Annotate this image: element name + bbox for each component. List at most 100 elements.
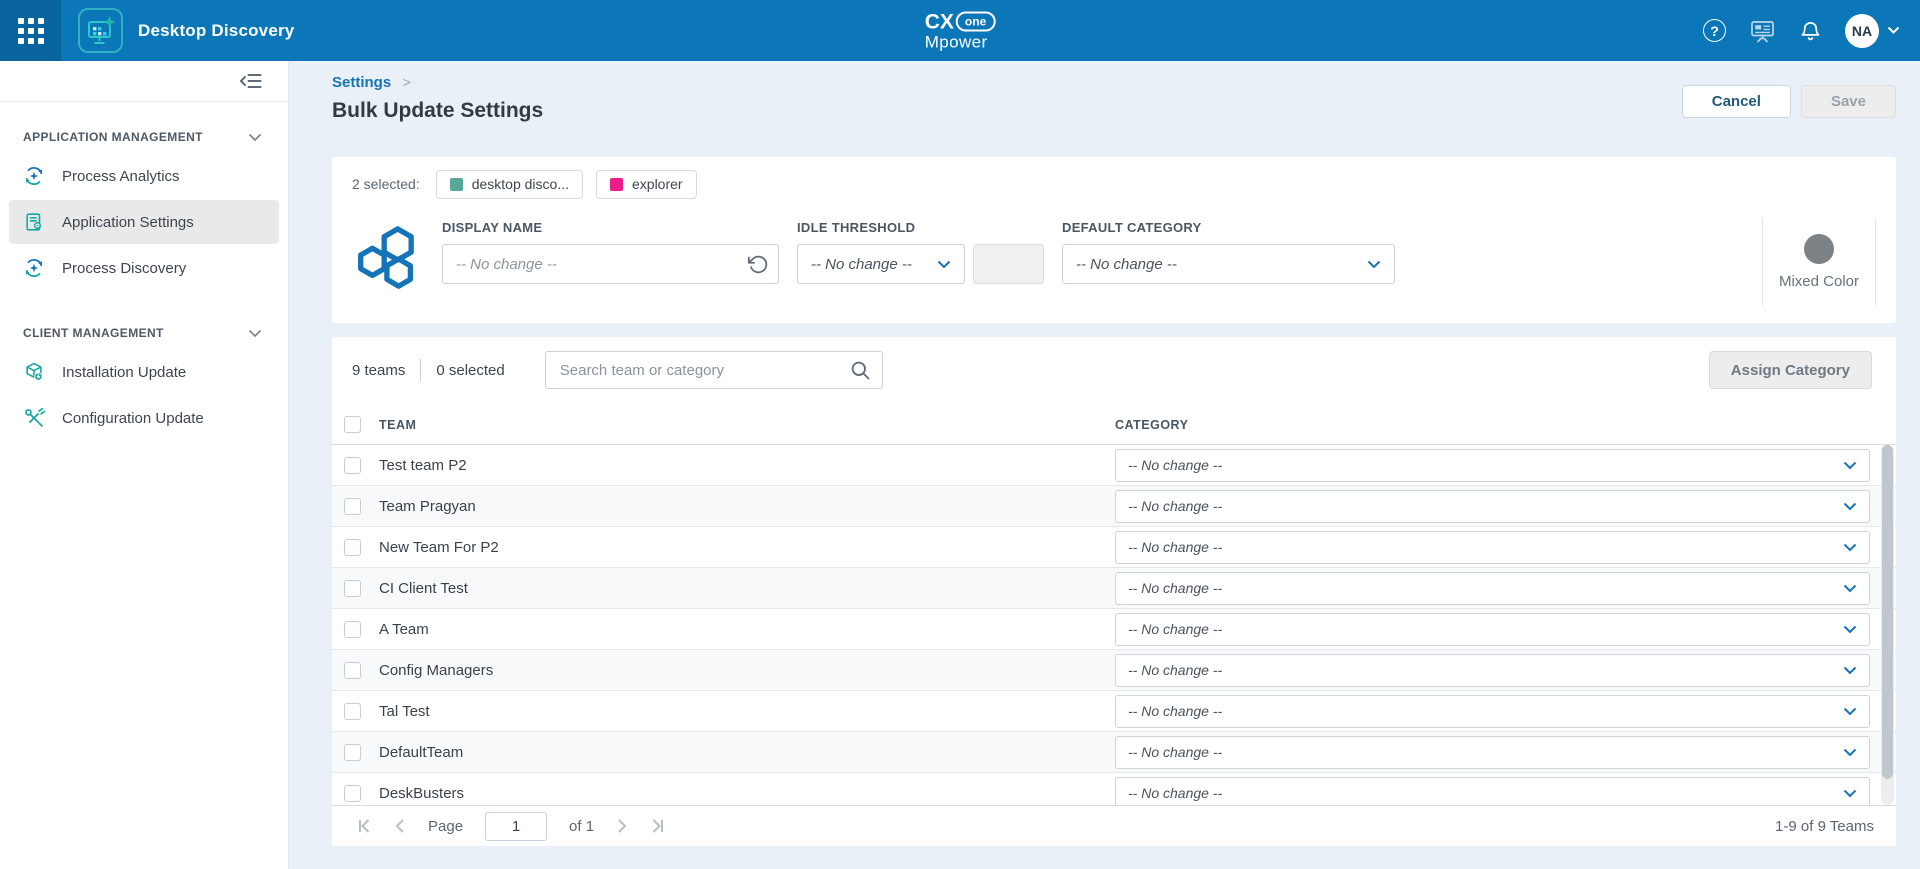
whats-new-button[interactable] — [1749, 18, 1776, 43]
last-page-icon — [648, 818, 665, 834]
cxone-mpower-logo: CXone Mpower — [925, 11, 996, 50]
table-row: DeskBusters -- No change -- — [332, 773, 1896, 805]
chevron-down-icon — [1843, 707, 1857, 716]
sidebar-item-label: Process Discovery — [62, 260, 186, 277]
sidebar-item-installation-update[interactable]: Installation Update — [9, 350, 279, 394]
category-dropdown[interactable]: -- No change -- — [1115, 449, 1870, 482]
category-dropdown[interactable]: -- No change -- — [1115, 736, 1870, 769]
team-name: Tal Test — [379, 703, 430, 720]
logo-mpower: Mpower — [925, 33, 996, 50]
row-checkbox[interactable] — [344, 621, 361, 638]
sidebar-item-process-analytics[interactable]: Process Analytics — [9, 154, 279, 198]
category-dropdown[interactable]: -- No change -- — [1115, 531, 1870, 564]
category-dropdown[interactable]: -- No change -- — [1115, 490, 1870, 523]
logo-cx: CX — [925, 11, 954, 32]
process-discovery-icon — [23, 257, 45, 279]
team-name: DeskBusters — [379, 785, 464, 802]
app-color-swatch — [450, 178, 463, 191]
chevron-down-icon — [937, 260, 951, 269]
display-name-input[interactable] — [442, 244, 779, 284]
team-name: CI Client Test — [379, 580, 468, 597]
help-button[interactable]: ? — [1703, 19, 1726, 42]
results-range-label: 1-9 of 9 Teams — [1775, 818, 1874, 835]
sidebar-item-process-discovery[interactable]: Process Discovery — [9, 246, 279, 290]
idle-threshold-dropdown[interactable]: -- No change -- — [797, 244, 965, 284]
pagination-bar: Page of 1 1-9 of 9 Teams — [332, 805, 1896, 846]
breadcrumb-separator: > — [403, 74, 411, 90]
desktop-discovery-app-icon — [78, 8, 123, 53]
team-name: Test team P2 — [379, 457, 467, 474]
collapse-sidebar-button[interactable] — [239, 72, 262, 90]
selected-app-chip[interactable]: desktop disco... — [436, 170, 583, 199]
selected-count-label: 2 selected: — [352, 176, 420, 192]
bell-icon — [1799, 18, 1822, 43]
row-checkbox[interactable] — [344, 662, 361, 679]
category-dropdown[interactable]: -- No change -- — [1115, 654, 1870, 687]
save-button[interactable]: Save — [1801, 85, 1896, 118]
sidebar-section-client-management[interactable]: CLIENT MANAGEMENT — [0, 326, 288, 340]
next-page-button[interactable] — [613, 818, 630, 834]
idle-threshold-value-input — [973, 244, 1044, 284]
assign-category-button[interactable]: Assign Category — [1709, 351, 1872, 389]
table-row: New Team For P2 -- No change -- — [332, 527, 1896, 568]
first-page-icon — [357, 818, 374, 834]
sidebar-item-configuration-update[interactable]: Configuration Update — [9, 396, 279, 440]
scrollbar-thumb[interactable] — [1882, 445, 1893, 779]
chip-label: explorer — [632, 176, 683, 192]
category-dropdown[interactable]: -- No change -- — [1115, 777, 1870, 806]
table-row: A Team -- No change -- — [332, 609, 1896, 650]
last-page-button[interactable] — [648, 818, 665, 834]
row-checkbox[interactable] — [344, 703, 361, 720]
row-checkbox[interactable] — [344, 457, 361, 474]
category-dropdown[interactable]: -- No change -- — [1115, 572, 1870, 605]
row-checkbox[interactable] — [344, 580, 361, 597]
search-button[interactable] — [850, 360, 871, 381]
sidebar-item-application-settings[interactable]: Application Settings — [9, 200, 279, 244]
chevron-down-icon — [248, 133, 262, 142]
table-row: DefaultTeam -- No change -- — [332, 732, 1896, 773]
select-all-checkbox[interactable] — [344, 416, 361, 433]
sidebar-section-application-management[interactable]: APPLICATION MANAGEMENT — [0, 130, 288, 144]
logo-one-bubble: one — [956, 12, 995, 32]
chevron-down-icon — [1843, 748, 1857, 757]
category-dropdown[interactable]: -- No change -- — [1115, 695, 1870, 728]
mixed-color-swatch[interactable] — [1804, 234, 1834, 264]
previous-page-button[interactable] — [392, 818, 409, 834]
app-color-swatch — [610, 178, 623, 191]
user-menu[interactable]: NA — [1845, 14, 1900, 48]
sidebar-item-label: Application Settings — [62, 214, 194, 231]
teams-table-body: Test team P2 -- No change -- Team Pragya… — [332, 445, 1896, 805]
selected-app-chip[interactable]: explorer — [596, 170, 697, 199]
team-name: DefaultTeam — [379, 744, 463, 761]
mixed-color-control[interactable]: Mixed Color — [1763, 234, 1875, 290]
app-title: Desktop Discovery — [138, 21, 294, 41]
reset-display-name-button[interactable] — [748, 254, 769, 275]
top-bar: Desktop Discovery CXone Mpower ? NA — [0, 0, 1920, 61]
help-icon: ? — [1703, 19, 1726, 42]
team-name: Team Pragyan — [379, 498, 476, 515]
notifications-button[interactable] — [1799, 18, 1822, 43]
row-checkbox[interactable] — [344, 498, 361, 515]
display-name-label: DISPLAY NAME — [442, 220, 779, 235]
row-checkbox[interactable] — [344, 744, 361, 761]
vertical-scrollbar[interactable] — [1881, 445, 1894, 805]
first-page-button[interactable] — [357, 818, 374, 834]
row-checkbox[interactable] — [344, 539, 361, 556]
chevron-down-icon — [1843, 625, 1857, 634]
team-name: New Team For P2 — [379, 539, 499, 556]
chevron-down-icon — [1887, 26, 1900, 35]
waffle-icon — [18, 18, 44, 44]
idle-threshold-label: IDLE THRESHOLD — [797, 220, 1044, 235]
page-number-input[interactable] — [485, 812, 547, 841]
row-checkbox[interactable] — [344, 785, 361, 802]
breadcrumb-settings[interactable]: Settings — [332, 74, 391, 91]
category-dropdown[interactable]: -- No change -- — [1115, 613, 1870, 646]
team-column-header: TEAM — [379, 418, 416, 432]
app-launcher-button[interactable] — [0, 0, 61, 61]
main-content: Settings > Bulk Update Settings Cancel S… — [289, 61, 1920, 869]
application-settings-icon — [23, 211, 45, 233]
search-input[interactable] — [545, 351, 883, 389]
sidebar-item-label: Configuration Update — [62, 410, 204, 427]
cancel-button[interactable]: Cancel — [1682, 85, 1791, 118]
default-category-dropdown[interactable]: -- No change -- — [1062, 244, 1395, 284]
